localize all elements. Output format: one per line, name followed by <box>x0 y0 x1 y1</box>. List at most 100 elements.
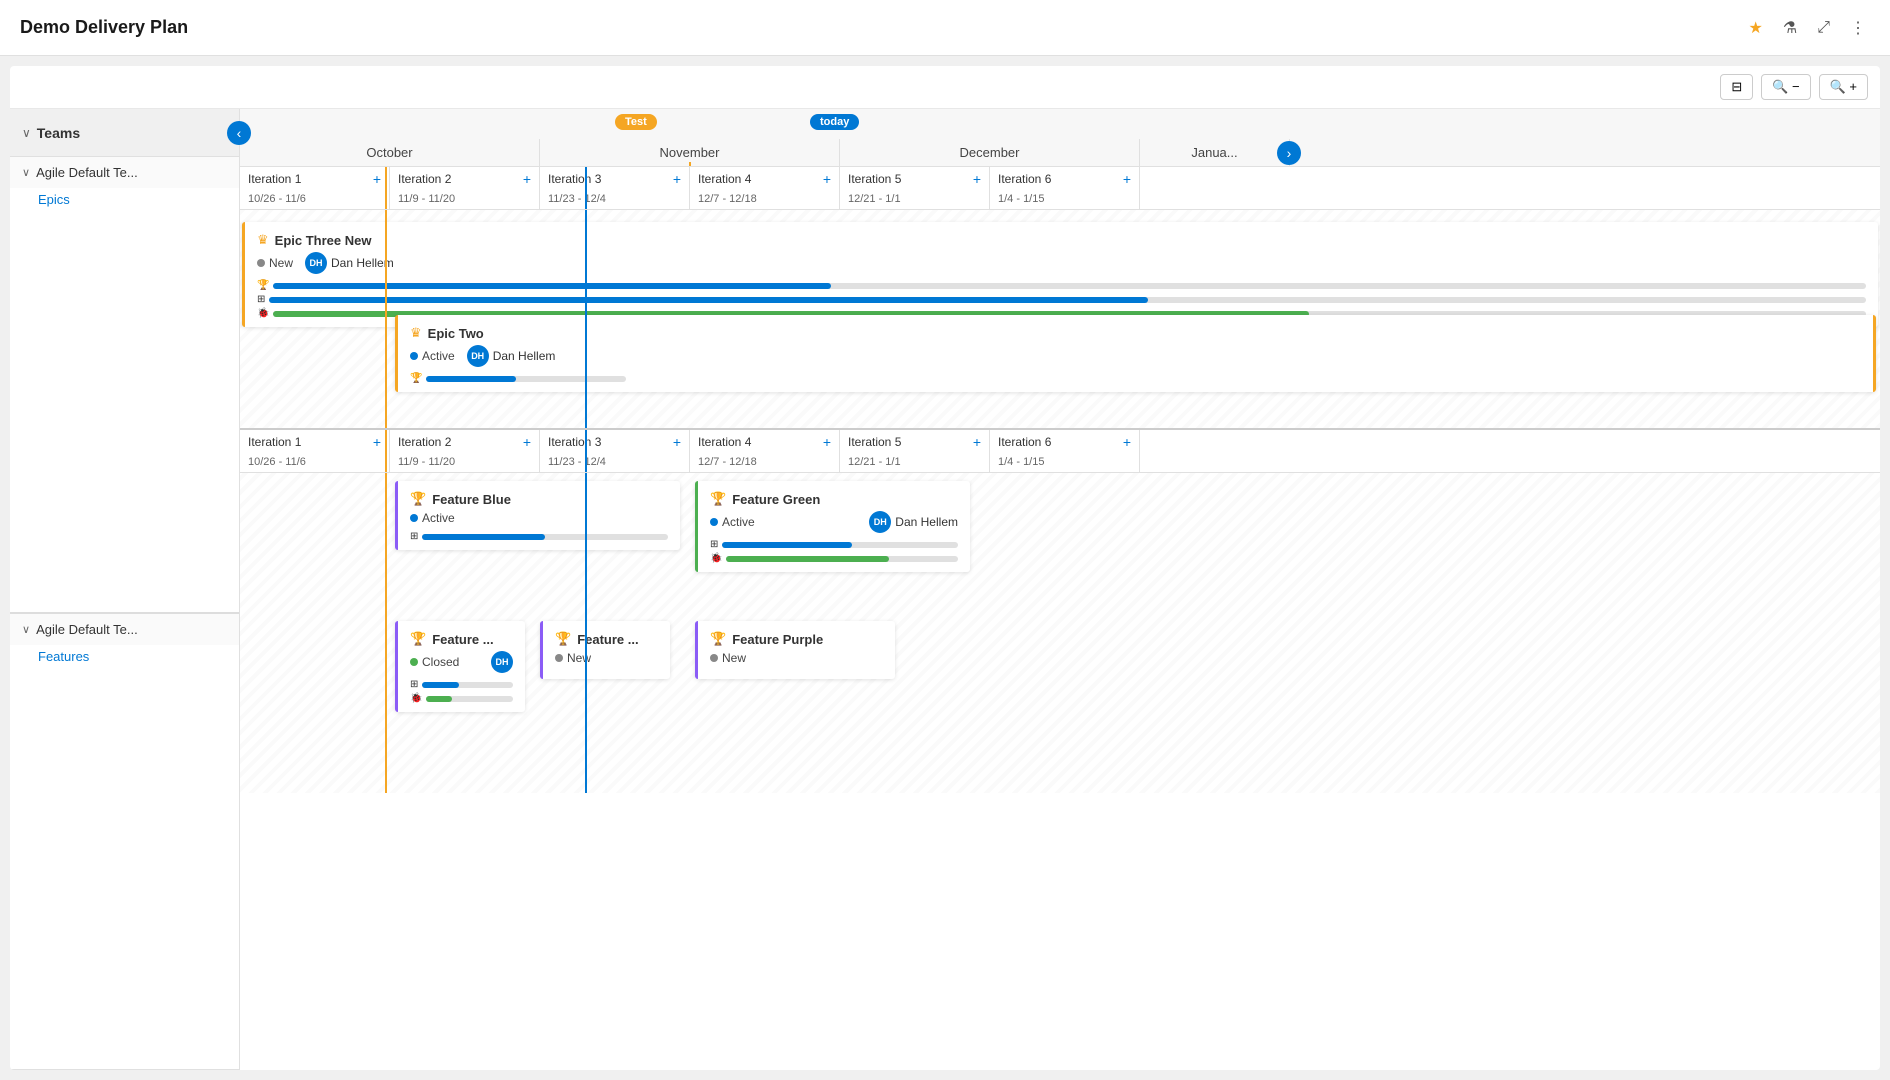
epic-two-status-label: Active <box>422 349 455 363</box>
more-options-icon[interactable]: ⋮ <box>1846 14 1870 42</box>
iter-2-5-add[interactable]: + <box>973 434 981 450</box>
epic-two-card[interactable]: ♛ Epic Two Active DH Dan Hellem <box>395 315 1876 392</box>
iter-1-6: Iteration 6 + 1/4 - 1/15 <box>990 167 1140 209</box>
iter-2-1-add[interactable]: + <box>373 434 381 450</box>
feature-green-status-dot <box>710 518 718 526</box>
zoom-out-button[interactable]: 🔍 − <box>1761 74 1810 100</box>
feature-blue-bar-bg <box>422 534 668 540</box>
feature-blue-status-dot <box>410 514 418 522</box>
fullscreen-icon[interactable]: ⤢ <box>1813 15 1834 41</box>
feature-green-card[interactable]: 🏆 Feature Green Active DH Dan Hellem <box>695 481 970 572</box>
feature-blue-card[interactable]: 🏆 Feature Blue Active ⊞ <box>395 481 680 550</box>
plan-container: ⊟ 🔍 − 🔍 + ∨ Teams ‹ ∨ Agile Default Te..… <box>10 66 1880 1070</box>
feature-closed-bar-2-icon: 🐞 <box>410 693 422 704</box>
zoom-in-button[interactable]: 🔍 + <box>1819 74 1868 100</box>
feature-blue-header: 🏆 Feature Blue <box>410 491 668 507</box>
collapse-icon[interactable]: ∨ <box>22 126 31 140</box>
epic-three-header: ♛ Epic Three New <box>257 232 1866 248</box>
iter-2-2-add[interactable]: + <box>523 434 531 450</box>
feature-purple-card[interactable]: 🏆 Feature Purple New <box>695 621 895 679</box>
feature-new-status-row: New <box>555 651 658 665</box>
epic-two-crown-icon: ♛ <box>410 325 422 341</box>
epic-two-status: Active <box>410 349 455 363</box>
epic-two-title: Epic Two <box>428 326 484 341</box>
timeline-area: Test today October November December <box>240 109 1880 1070</box>
feature-green-bars: ⊞ 🐞 <box>710 539 958 564</box>
feature-blue-bar-fill <box>422 534 545 540</box>
iter-1-1-dates: 10/26 - 11/6 <box>248 193 306 205</box>
epic-two-avatar: DH <box>467 345 489 367</box>
iter-1-5-add[interactable]: + <box>973 171 981 187</box>
iter-2-6-name: Iteration 6 <box>998 435 1051 449</box>
iter-2-1: Iteration 1 + 10/26 - 11/6 <box>240 430 390 472</box>
iter-2-6-add[interactable]: + <box>1123 434 1131 450</box>
team-2-header[interactable]: ∨ Agile Default Te... <box>10 614 239 645</box>
feature-purple-status-row: New <box>710 651 883 665</box>
feature-purple-title: Feature Purple <box>732 632 823 647</box>
feature-closed-avatar: DH <box>491 651 513 673</box>
test-badge-label: Test <box>615 114 657 130</box>
team-1-iterations: Iteration 1 + 10/26 - 11/6 Iteration 2 +… <box>240 167 1880 210</box>
filter-icon[interactable]: ⚗ <box>1779 14 1801 42</box>
feature-green-assignee: DH Dan Hellem <box>869 511 958 533</box>
nav-left-button[interactable]: ‹ <box>227 121 251 145</box>
iter-2-2-dates: 11/9 - 11/20 <box>398 456 455 468</box>
today-badge: today <box>810 113 859 128</box>
feature-closed-card[interactable]: 🏆 Feature ... Closed DH ⊞ <box>395 621 525 712</box>
feature-new-card[interactable]: 🏆 Feature ... New <box>540 621 670 679</box>
page-title: Demo Delivery Plan <box>20 17 188 38</box>
iter-2-3: Iteration 3 + 11/23 - 12/4 <box>540 430 690 472</box>
team-1-content: ♛ Epic Three New New DH Dan Hellem <box>240 210 1880 430</box>
feature-green-status-row: Active DH Dan Hellem <box>710 511 958 533</box>
today-badge-label: today <box>810 114 859 130</box>
epic-three-assignee: DH Dan Hellem <box>305 252 394 274</box>
compact-view-button[interactable]: ⊟ <box>1720 74 1753 100</box>
feature-green-bar-row-1: ⊞ <box>710 539 958 550</box>
feature-new-header: 🏆 Feature ... <box>555 631 658 647</box>
feature-blue-title: Feature Blue <box>432 492 511 507</box>
iter-2-4-add[interactable]: + <box>823 434 831 450</box>
team-2-sub[interactable]: Features <box>10 645 239 676</box>
epic-three-bars: 🏆 ⊞ <box>257 280 1866 319</box>
feature-green-header: 🏆 Feature Green <box>710 491 958 507</box>
month-headers: October November December Janua... › <box>240 109 1880 167</box>
iter-1-4-name: Iteration 4 <box>698 172 751 186</box>
iter-2-1-dates: 10/26 - 11/6 <box>248 456 306 468</box>
toolbar: ⊟ 🔍 − 🔍 + <box>10 66 1880 109</box>
iter-1-3-add[interactable]: + <box>673 171 681 187</box>
feature-green-bar-2-bg <box>726 556 958 562</box>
feature-closed-bar-1-bg <box>422 682 513 688</box>
feature-new-status-dot <box>555 654 563 662</box>
iter-2-3-dates: 11/23 - 12/4 <box>548 456 606 468</box>
epic-two-bar-1-icon: 🏆 <box>410 373 422 384</box>
iter-1-1-add[interactable]: + <box>373 171 381 187</box>
bar-2-icon: ⊞ <box>257 294 265 305</box>
month-header-row: Test today October November December <box>240 109 1880 167</box>
epic-three-status: New <box>257 256 293 270</box>
iter-1-6-dates: 1/4 - 1/15 <box>998 193 1044 205</box>
epic-three-card[interactable]: ♛ Epic Three New New DH Dan Hellem <box>242 222 1878 327</box>
iter-1-6-add[interactable]: + <box>1123 171 1131 187</box>
nav-right-button[interactable]: › <box>1277 141 1301 165</box>
feature-green-avatar: DH <box>869 511 891 533</box>
header-actions: ★ ⚗ ⤢ ⋮ <box>1745 14 1871 42</box>
iter-1-4-add[interactable]: + <box>823 171 831 187</box>
iter-2-6: Iteration 6 + 1/4 - 1/15 <box>990 430 1140 472</box>
epic-three-status-dot <box>257 259 265 267</box>
feature-closed-bars: ⊞ 🐞 <box>410 679 513 704</box>
team-1-header[interactable]: ∨ Agile Default Te... <box>10 157 239 188</box>
epic-two-assignee-name: Dan Hellem <box>493 349 556 363</box>
favorite-icon[interactable]: ★ <box>1745 14 1767 42</box>
team-1-sub[interactable]: Epics <box>10 188 239 219</box>
feature-green-status-label: Active <box>722 515 755 529</box>
epic-two-header: ♛ Epic Two <box>410 325 1861 341</box>
team-2-collapse: ∨ <box>22 623 30 636</box>
feature-blue-status-label: Active <box>422 511 455 525</box>
month-december: December <box>840 139 1140 166</box>
bar-row-2: ⊞ <box>257 294 1866 305</box>
teams-label: Teams <box>37 125 80 141</box>
iter-1-2-add[interactable]: + <box>523 171 531 187</box>
iter-2-3-add[interactable]: + <box>673 434 681 450</box>
feature-closed-header: 🏆 Feature ... <box>410 631 513 647</box>
feature-green-bar-1-icon: ⊞ <box>710 539 718 550</box>
